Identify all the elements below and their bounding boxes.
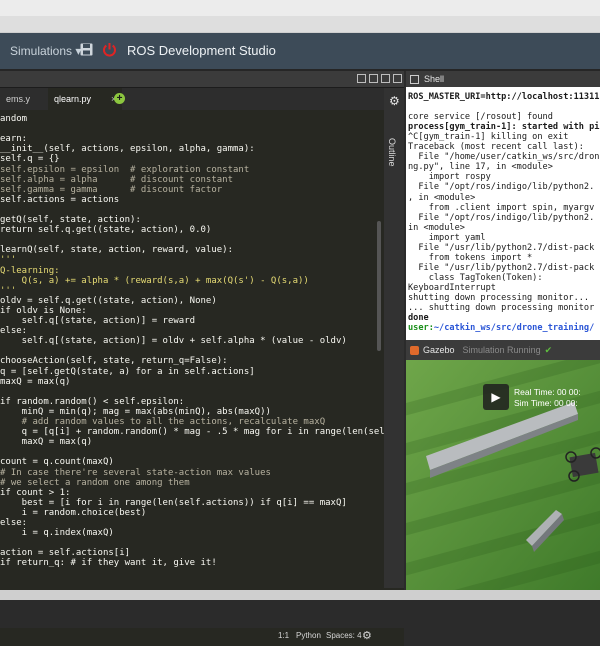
outline-sidebar: ⚙ Outline	[384, 88, 404, 588]
terminal-prompt[interactable]: user:~/catkin_ws/src/drone_training/	[408, 323, 594, 333]
indentation[interactable]: Spaces: 4	[326, 631, 362, 640]
code-line: self.q[(state, action)] = oldv + self.al…	[0, 336, 347, 347]
minimize-icon[interactable]	[369, 74, 378, 83]
code-line: Q(s, a) += alpha * (reward(s,a) + max(Q(…	[0, 275, 309, 286]
editor-tabs: ems.y× qlearn.py× +	[0, 88, 384, 110]
code-line: return self.q.get((state, action), 0.0)	[0, 225, 212, 236]
gazebo-panel: Gazebo Simulation Running ✔ ▶ Real Time:…	[406, 340, 600, 590]
code-editor-panel: ems.y× qlearn.py× + ⚙ Outline andomearn:…	[0, 71, 404, 646]
scrollbar[interactable]	[377, 221, 381, 351]
gear-icon[interactable]: ⚙	[362, 629, 372, 642]
prompt-path: ~/catkin_ws/src/drone_training/	[433, 323, 595, 334]
close-icon[interactable]	[393, 74, 402, 83]
code-line: andom	[0, 114, 28, 124]
terminal-line: ^C[gym_train-1] killing on exit	[408, 132, 569, 143]
terminal-line: KeyboardInterrupt	[408, 282, 496, 293]
terminal-line: ng.py", line 17, in <module>	[408, 162, 553, 173]
terminal-line: ROS_MASTER_URI=http://localhost:11311	[408, 92, 600, 102]
terminal-line: File "/home/user/catkin_ws/src/dron	[408, 152, 600, 163]
play-button[interactable]: ▶	[483, 384, 509, 410]
simulations-menu[interactable]: Simulations ▾	[10, 44, 81, 58]
terminal-line: from .client import spin, myargv	[408, 202, 595, 213]
terminal-line: import yaml	[408, 232, 486, 243]
outline-toggle[interactable]: Outline	[387, 138, 397, 167]
add-tab-icon[interactable]: +	[114, 93, 125, 104]
gazebo-titlebar: Gazebo Simulation Running ✔	[406, 340, 600, 360]
terminal-output[interactable]: ROS_MASTER_URI=http://localhost:11311cor…	[406, 88, 600, 340]
window-icon	[410, 75, 419, 85]
code-line: self.q[(state, action)] = reward	[0, 316, 196, 326]
sim-time-overlay: Real Time: 00 00: Sim Time: 00 00:	[514, 387, 600, 409]
code-line: i = q.index(maxQ)	[0, 528, 114, 539]
terminal-line: , in <module>	[408, 192, 476, 203]
terminal-line: shutting down processing monitor...	[408, 293, 590, 303]
terminal-line: core service [/rosout] found	[408, 112, 553, 123]
grid-icon[interactable]	[357, 74, 366, 83]
code-line: maxQ = max(q)	[0, 437, 93, 448]
terminal-line: ... shutting down processing monitor	[408, 303, 595, 314]
shell-title: Shell	[424, 74, 445, 84]
code-line: learnQ(self, state, action, reward, valu…	[0, 245, 233, 256]
check-icon: ✔	[544, 345, 553, 355]
browser-tabstrip	[0, 16, 600, 32]
terminal-line: File "/usr/lib/python2.7/dist-pack	[408, 242, 595, 253]
maximize-icon[interactable]	[381, 74, 390, 83]
code-line: self.actions = actions	[0, 194, 120, 205]
terminal-line: in <module>	[408, 222, 465, 233]
editor-titlebar	[0, 71, 404, 88]
code-line: if return_q: # if they want it, give it!	[0, 558, 217, 568]
terminal-line: import rospy	[408, 172, 491, 183]
tab-qlearn[interactable]: qlearn.py×	[48, 88, 123, 110]
gear-icon[interactable]: ⚙	[389, 94, 400, 108]
simulation-status: Simulation Running	[462, 345, 541, 355]
terminal-line: File "/usr/lib/python2.7/dist-pack	[408, 262, 595, 273]
code-area[interactable]: andom earn: __init__(self, actions, epsilo…	[0, 113, 384, 568]
cursor-position: 1:1	[278, 631, 290, 640]
browser-chrome	[0, 0, 600, 33]
tab-label: qlearn.py	[54, 94, 92, 104]
save-icon[interactable]	[80, 43, 93, 56]
sim-time: Sim Time: 00 00:	[514, 398, 578, 408]
code-line: maxQ = max(q)	[0, 376, 71, 387]
terminal-line: File "/opt/ros/indigo/lib/python2.	[408, 212, 595, 223]
shell-titlebar: Shell	[406, 71, 600, 87]
terminal-line: from tokens import *	[408, 252, 533, 263]
app-navbar: Simulations ▾ ROS Development Studio	[0, 33, 600, 69]
gazebo-title: Gazebo	[423, 345, 455, 355]
terminal-line: Traceback (most recent call last):	[408, 142, 584, 153]
tab-label: ems.y	[6, 94, 31, 104]
prompt-user: user:	[408, 323, 434, 334]
power-icon[interactable]	[102, 42, 117, 57]
window-bottom-edge	[0, 590, 600, 600]
shell-panel: Shell ROS_MASTER_URI=http://localhost:11…	[406, 71, 600, 340]
terminal-line: class TagToken(Token):	[408, 272, 543, 283]
gazebo-icon	[410, 346, 419, 356]
terminal-line: File "/opt/ros/indigo/lib/python2.	[408, 182, 595, 193]
terminal-line: done	[408, 313, 429, 324]
editor-statusbar: 1:1 Python Spaces: 4 ⚙	[0, 628, 404, 646]
terminal-line: process[gym_train-1]: started with pi	[408, 122, 600, 133]
real-time: Real Time: 00 00:	[514, 387, 581, 397]
app-title: ROS Development Studio	[127, 43, 276, 58]
language-mode[interactable]: Python	[296, 631, 321, 640]
